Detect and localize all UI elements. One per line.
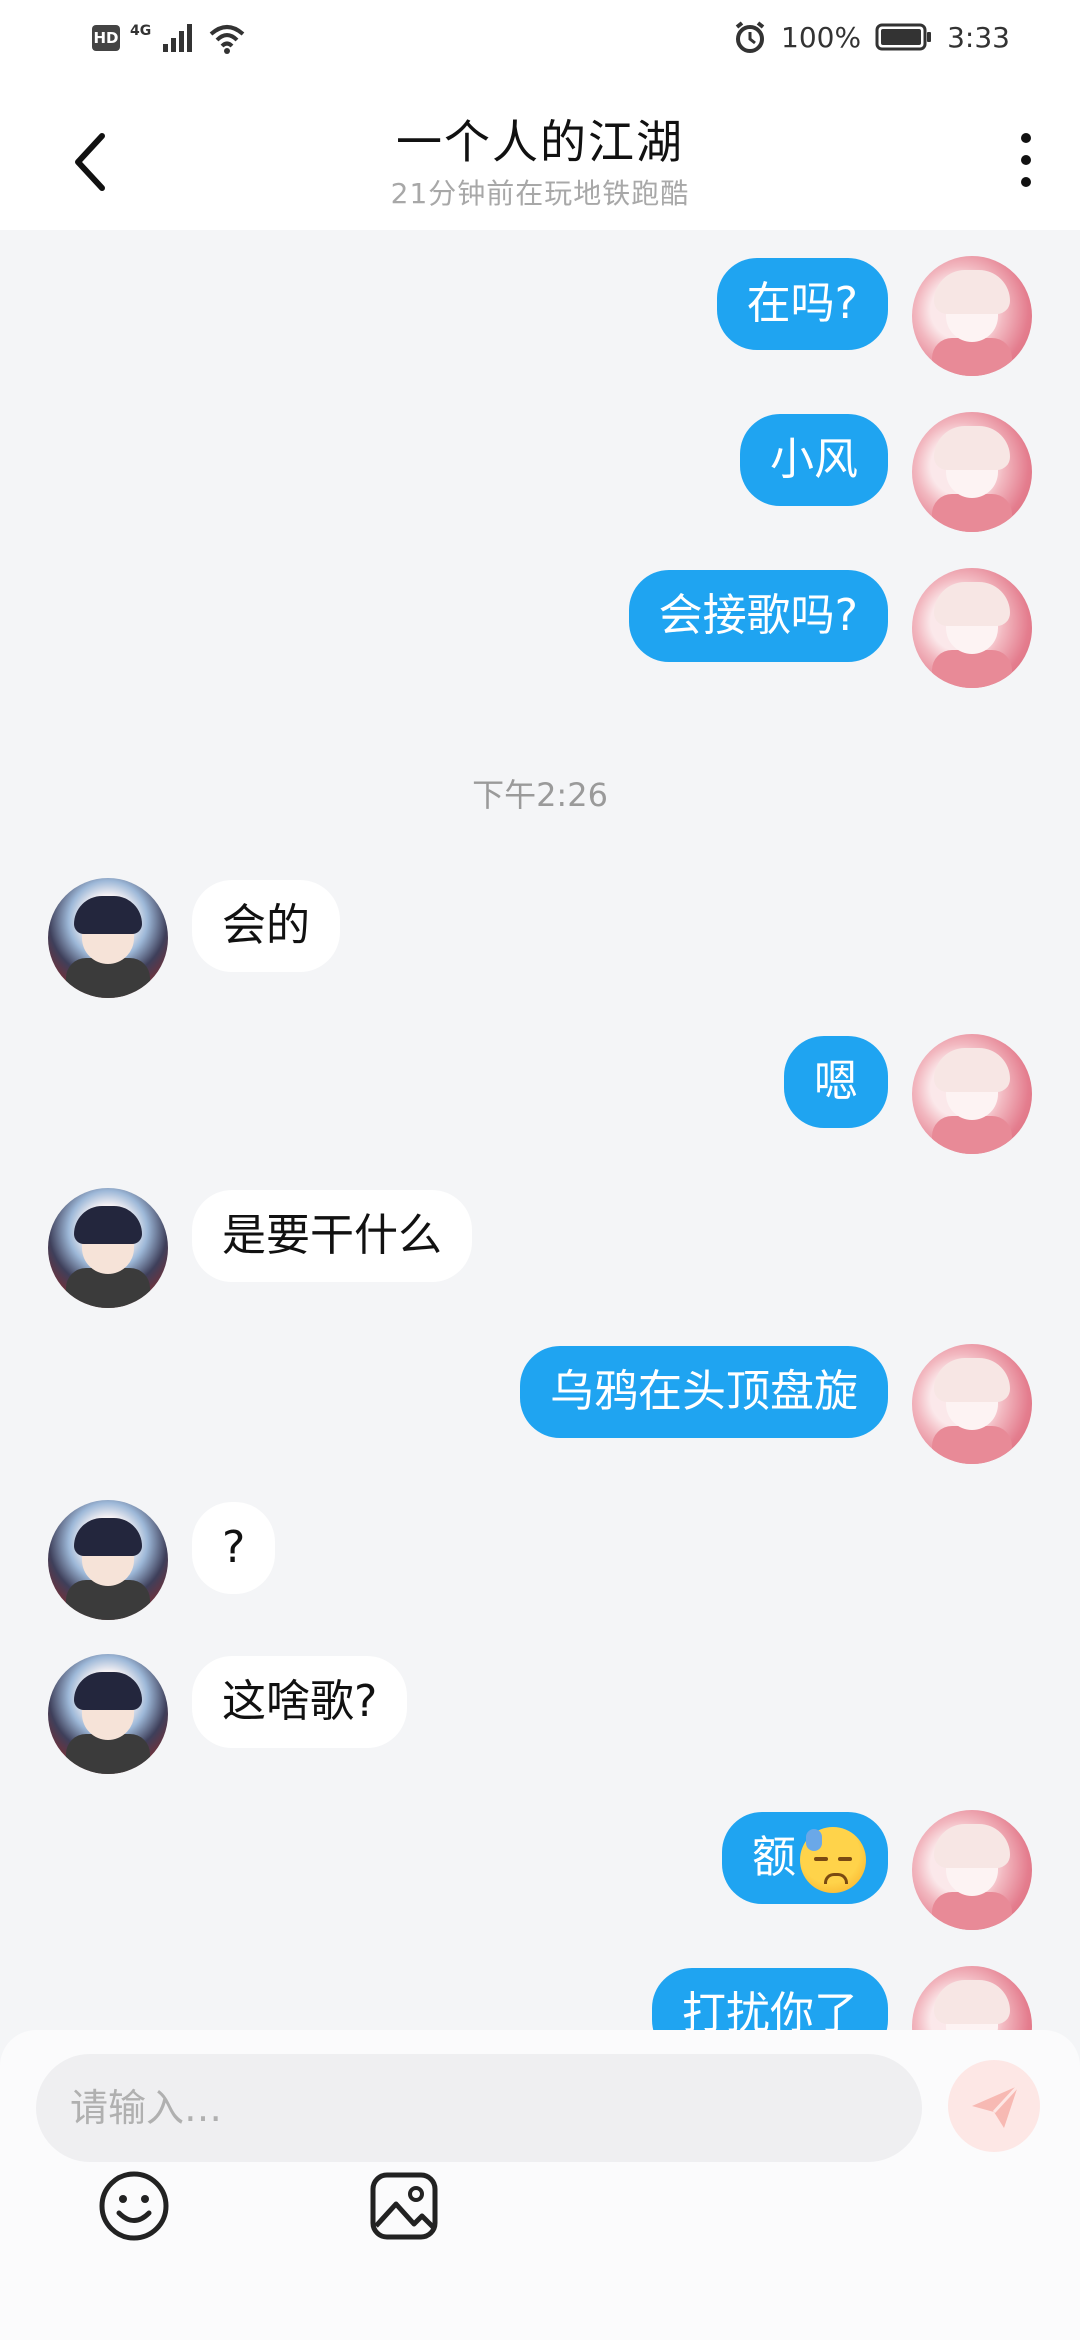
message-bubble-self[interactable]: 嗯 <box>784 1036 888 1128</box>
message-row: 会接歌吗? <box>0 542 1080 688</box>
message-bubble-peer[interactable]: 会的 <box>192 880 340 972</box>
message-row: 打扰你了 <box>0 1940 1080 2030</box>
message-bubble-self[interactable]: 小风 <box>740 414 888 506</box>
message-input[interactable] <box>36 2054 922 2162</box>
self-avatar[interactable] <box>912 568 1032 688</box>
status-bar: HD 4G 100% 3:33 <box>0 0 1080 84</box>
message-text: 额 <box>752 1832 796 1883</box>
message-row: 这啥歌? <box>0 1628 1080 1774</box>
self-avatar[interactable] <box>912 1034 1032 1154</box>
time-divider: 下午2:26 <box>472 776 608 814</box>
message-row: 乌鸦在头顶盘旋 <box>0 1318 1080 1464</box>
image-button[interactable] <box>364 2166 444 2246</box>
input-panel <box>0 2030 1080 2340</box>
status-right: 100% 3:33 <box>733 20 1010 54</box>
self-avatar[interactable] <box>912 412 1032 532</box>
smiley-icon <box>99 2171 169 2241</box>
self-avatar[interactable] <box>912 1344 1032 1464</box>
message-row: 嗯 <box>0 1008 1080 1154</box>
chat-status: 21分钟前在玩地铁跑酷 <box>390 177 690 210</box>
send-icon <box>972 2084 1020 2128</box>
self-avatar[interactable] <box>912 1966 1032 2030</box>
message-row: ? <box>0 1474 1080 1620</box>
message-row: 会的 <box>0 852 1080 998</box>
chat-header: 一个人的江湖 21分钟前在玩地铁跑酷 <box>0 84 1080 230</box>
peer-avatar[interactable] <box>48 1654 168 1774</box>
image-icon <box>370 2172 438 2240</box>
chat-title: 一个人的江湖 <box>396 115 684 169</box>
self-avatar[interactable] <box>912 256 1032 376</box>
message-row: 是要干什么 <box>0 1162 1080 1308</box>
signal-icon <box>163 24 193 52</box>
message-list[interactable]: 在吗? 小风 会接歌吗? 下午2:26 会的 嗯 是要干什么 乌鸦在头顶盘旋 ?… <box>0 230 1080 2030</box>
emoji-button[interactable] <box>94 2166 174 2246</box>
message-bubble-peer[interactable]: ? <box>192 1502 276 1594</box>
sweat-face-icon <box>800 1827 866 1893</box>
clock: 3:33 <box>947 20 1010 54</box>
message-bubble-self[interactable]: 打扰你了 <box>652 1968 888 2030</box>
message-bubble-self[interactable]: 在吗? <box>716 258 888 350</box>
message-bubble-peer[interactable]: 是要干什么 <box>192 1190 472 1282</box>
alarm-icon <box>735 21 765 53</box>
message-bubble-peer[interactable]: 这啥歌? <box>192 1656 408 1748</box>
battery-percent: 100% <box>781 20 862 54</box>
message-bubble-self[interactable]: 额 <box>722 1812 888 1904</box>
message-row: 小风 <box>0 386 1080 532</box>
self-avatar[interactable] <box>912 1810 1032 1930</box>
peer-avatar[interactable] <box>48 878 168 998</box>
peer-avatar[interactable] <box>48 1188 168 1308</box>
hd-badge: HD <box>92 25 120 51</box>
more-button[interactable] <box>1006 124 1046 204</box>
message-row: 在吗? <box>0 230 1080 376</box>
wifi-icon <box>209 25 245 54</box>
send-button[interactable] <box>948 2060 1040 2152</box>
peer-avatar[interactable] <box>48 1500 168 1620</box>
battery-icon <box>875 23 932 51</box>
status-left: HD 4G <box>92 22 247 54</box>
message-bubble-self[interactable]: 乌鸦在头顶盘旋 <box>520 1346 888 1438</box>
more-vertical-icon <box>1021 133 1031 187</box>
message-row: 额 <box>0 1784 1080 1930</box>
network-label: 4G <box>130 23 152 39</box>
message-bubble-self[interactable]: 会接歌吗? <box>628 570 888 662</box>
